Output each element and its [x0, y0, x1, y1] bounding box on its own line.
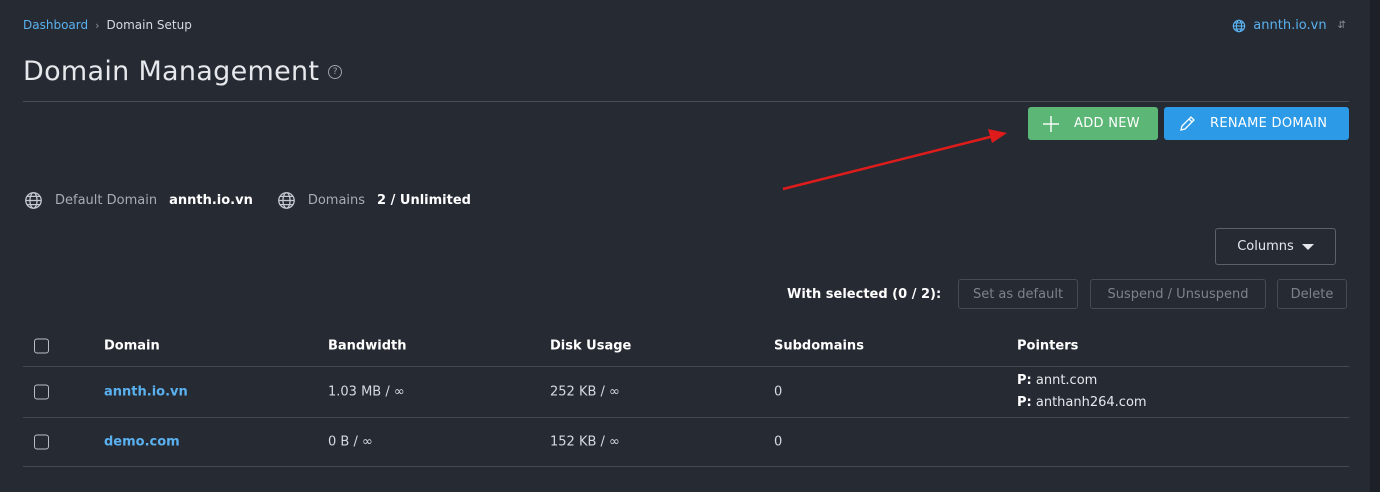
delete-button[interactable]: Delete	[1277, 279, 1347, 309]
domain-selector[interactable]: annth.io.vn ⇵	[1232, 18, 1346, 33]
caret-down-icon	[1301, 243, 1314, 250]
subdomains-cell: 0	[774, 384, 783, 400]
table-row: annth.io.vn 1.03 MB / ∞ 252 KB / ∞ 0 P: …	[23, 367, 1349, 418]
page-title-text: Domain Management	[23, 56, 320, 87]
suspend-unsuspend-button[interactable]: Suspend / Unsuspend	[1090, 279, 1266, 309]
subdomains-cell: 0	[774, 434, 783, 450]
disk-usage-cell: 252 KB / ∞	[550, 384, 620, 400]
pointers-cell: P: annt.com P: anthanh264.com	[1017, 370, 1147, 414]
breadcrumb-dashboard[interactable]: Dashboard	[23, 18, 88, 32]
globe-icon	[277, 192, 295, 209]
domains-count-value: 2 / Unlimited	[377, 193, 471, 208]
row-checkbox[interactable]	[34, 434, 49, 450]
domain-link[interactable]: demo.com	[104, 435, 180, 450]
default-domain-label: Default Domain	[55, 193, 158, 208]
select-all-checkbox[interactable]	[34, 338, 49, 353]
breadcrumb-current: Domain Setup	[106, 18, 192, 32]
pointer-value: annt.com	[1035, 373, 1098, 388]
pointer-item: P: anthanh264.com	[1017, 392, 1147, 414]
default-domain-value: annth.io.vn	[169, 193, 253, 208]
globe-icon	[25, 192, 42, 209]
annotation-arrow	[782, 129, 1007, 191]
add-new-label: ADD NEW	[1074, 116, 1140, 131]
domain-selector-label: annth.io.vn	[1253, 18, 1327, 33]
right-edge-panel	[1370, 0, 1380, 492]
rename-domain-label: RENAME DOMAIN	[1210, 116, 1328, 131]
header-domain[interactable]: Domain	[104, 338, 160, 353]
rename-domain-button[interactable]: RENAME DOMAIN	[1164, 107, 1349, 140]
table-row: demo.com 0 B / ∞ 152 KB / ∞ 0	[23, 418, 1349, 467]
domains-count-label: Domains	[307, 193, 366, 208]
breadcrumb-separator: ›	[95, 18, 100, 32]
columns-label: Columns	[1237, 239, 1294, 254]
globe-icon	[1233, 19, 1246, 32]
set-as-default-button[interactable]: Set as default	[958, 279, 1078, 309]
title-divider	[23, 101, 1349, 102]
row-checkbox[interactable]	[34, 384, 49, 400]
help-icon[interactable]: ?	[328, 64, 343, 79]
bandwidth-cell: 1.03 MB / ∞	[328, 384, 405, 400]
header-subdomains[interactable]: Subdomains	[774, 338, 864, 353]
domain-link[interactable]: annth.io.vn	[104, 385, 188, 400]
header-pointers: Pointers	[1017, 338, 1079, 353]
breadcrumb: Dashboard › Domain Setup	[23, 18, 192, 32]
header-bandwidth[interactable]: Bandwidth	[328, 338, 406, 353]
plus-icon	[1043, 115, 1059, 132]
pointer-prefix: P:	[1017, 373, 1032, 388]
domain-info-row: Default Domain annth.io.vn Domains 2 / U…	[24, 191, 471, 210]
table-header-row: Domain Bandwidth Disk Usage Subdomains P…	[23, 325, 1349, 367]
page-title: Domain Management ?	[23, 56, 343, 87]
pencil-icon	[1180, 115, 1195, 131]
header-disk-usage[interactable]: Disk Usage	[550, 338, 631, 353]
columns-dropdown[interactable]: Columns	[1215, 228, 1336, 265]
domains-table: Domain Bandwidth Disk Usage Subdomains P…	[23, 325, 1349, 467]
bandwidth-cell: 0 B / ∞	[328, 434, 373, 450]
pointer-prefix: P:	[1017, 395, 1032, 410]
with-selected-label: With selected (0 / 2):	[787, 287, 942, 302]
pointer-value: anthanh264.com	[1035, 395, 1147, 410]
chevron-updown-icon: ⇵	[1337, 20, 1346, 31]
disk-usage-cell: 152 KB / ∞	[550, 434, 620, 450]
add-new-button[interactable]: ADD NEW	[1028, 107, 1158, 140]
pointer-item: P: annt.com	[1017, 370, 1147, 392]
